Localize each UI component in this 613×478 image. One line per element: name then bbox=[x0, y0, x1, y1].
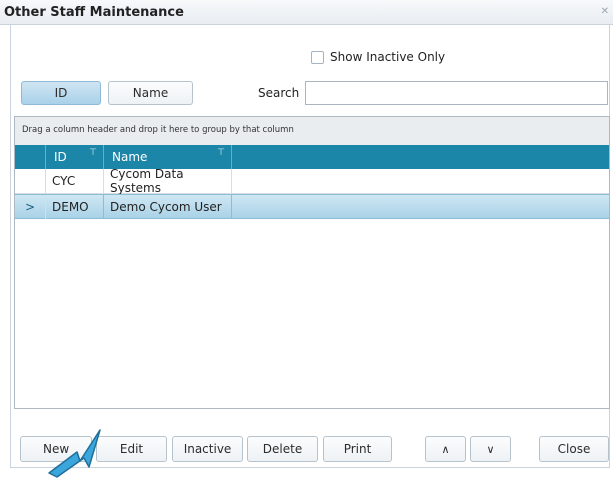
window-left-border bbox=[10, 24, 11, 467]
close-window-icon[interactable]: ✕ bbox=[601, 6, 609, 17]
show-inactive-toggle[interactable]: Show Inactive Only bbox=[311, 49, 445, 65]
inactive-button[interactable]: Inactive bbox=[172, 436, 243, 462]
group-by-hint: Drag a column header and drop it here to… bbox=[22, 125, 294, 135]
search-label: Search bbox=[258, 86, 300, 100]
cell-id: DEMO bbox=[46, 195, 104, 219]
pointer-arrow-icon bbox=[48, 429, 101, 478]
move-down-button[interactable]: ∨ bbox=[470, 436, 511, 462]
show-inactive-checkbox[interactable] bbox=[311, 50, 324, 64]
cell-name: Demo Cycom User bbox=[104, 195, 232, 219]
grid-header: ID ⊤ Name ⊤ bbox=[15, 145, 609, 169]
table-row-selected[interactable]: > DEMO Demo Cycom User bbox=[15, 194, 609, 219]
close-button[interactable]: Close bbox=[539, 436, 609, 462]
print-button[interactable]: Print bbox=[323, 436, 392, 462]
move-up-button[interactable]: ∧ bbox=[425, 436, 466, 462]
current-row-indicator: > bbox=[15, 195, 46, 219]
row-indicator bbox=[15, 169, 46, 193]
filter-icon[interactable]: ⊤ bbox=[89, 148, 97, 158]
group-by-panel[interactable]: Drag a column header and drop it here to… bbox=[15, 117, 609, 146]
cell-name: Cycom Data Systems bbox=[104, 167, 232, 195]
search-input[interactable] bbox=[305, 81, 608, 105]
column-header-id[interactable]: ID ⊤ bbox=[46, 145, 104, 169]
column-header-id-label: ID bbox=[54, 150, 67, 164]
table-row[interactable]: CYC Cycom Data Systems bbox=[15, 167, 609, 195]
search-by-name-tab[interactable]: Name bbox=[108, 81, 193, 105]
column-header-name-label: Name bbox=[112, 150, 148, 164]
window-title: Other Staff Maintenance bbox=[4, 5, 184, 20]
title-bar: Other Staff Maintenance ✕ bbox=[0, 0, 613, 25]
column-header-name[interactable]: Name ⊤ bbox=[104, 145, 232, 169]
staff-maintenance-window: Other Staff Maintenance ✕ Show Inactive … bbox=[0, 0, 613, 478]
search-by-id-tab[interactable]: ID bbox=[21, 81, 101, 105]
show-inactive-label: Show Inactive Only bbox=[330, 50, 446, 64]
delete-button[interactable]: Delete bbox=[247, 436, 318, 462]
filter-icon[interactable]: ⊤ bbox=[217, 148, 225, 158]
staff-grid: Drag a column header and drop it here to… bbox=[14, 116, 610, 409]
row-indicator-header bbox=[15, 145, 46, 169]
cell-id: CYC bbox=[46, 169, 104, 193]
